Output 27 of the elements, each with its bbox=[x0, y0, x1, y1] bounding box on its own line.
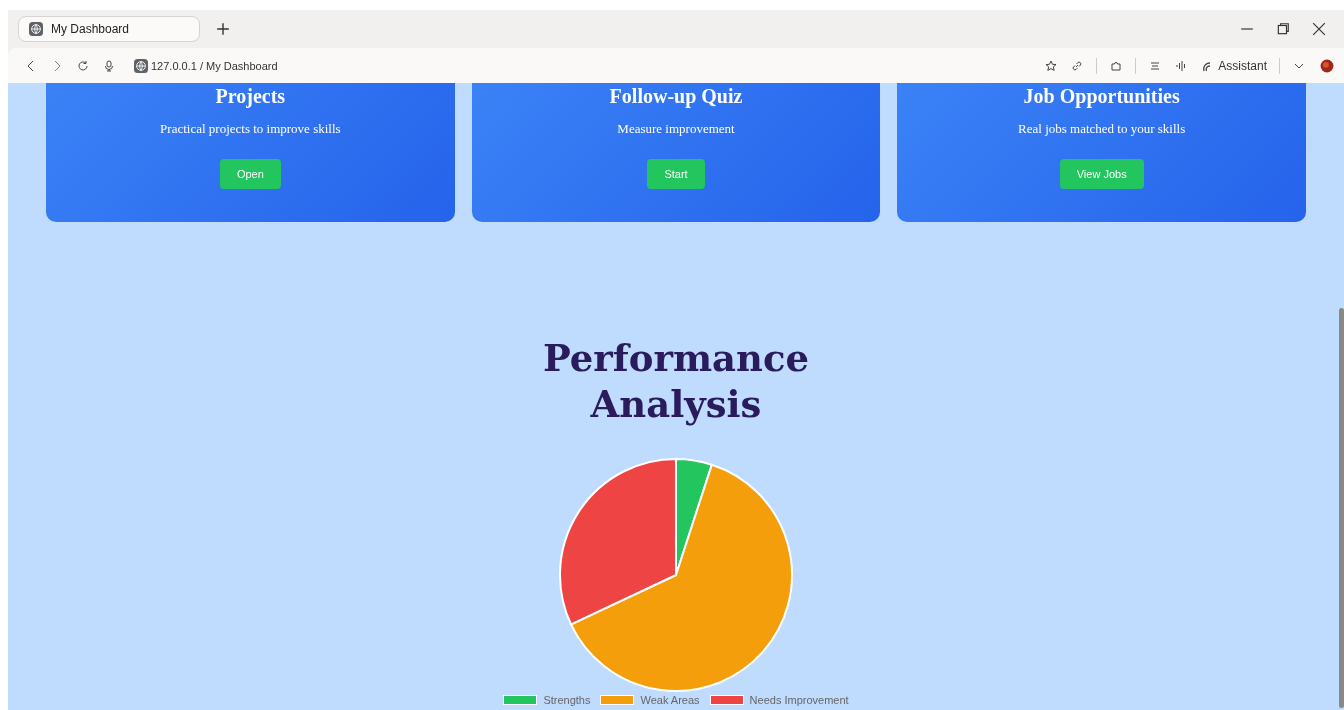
card-title: Projects bbox=[215, 85, 286, 108]
card-description: Real jobs matched to your skills bbox=[1018, 121, 1186, 137]
star-icon[interactable] bbox=[1045, 59, 1058, 72]
globe-icon bbox=[29, 22, 43, 36]
globe-icon bbox=[134, 58, 148, 73]
card-description: Measure improvement bbox=[617, 121, 735, 137]
link-icon[interactable] bbox=[1071, 59, 1084, 72]
microphone-icon[interactable] bbox=[103, 59, 115, 72]
scrollbar-thumb[interactable] bbox=[1339, 308, 1344, 708]
profile-avatar-icon[interactable] bbox=[1320, 58, 1334, 73]
browser-tab[interactable]: My Dashboard bbox=[18, 16, 200, 42]
address-bar[interactable]: 127.0.0.1 / My Dashboard bbox=[134, 58, 278, 73]
card-title: Job Opportunities bbox=[1023, 85, 1180, 108]
legend-label: Strengths bbox=[543, 694, 591, 706]
close-icon[interactable] bbox=[1312, 22, 1326, 36]
card-description: Practical projects to improve skills bbox=[160, 121, 341, 137]
reload-icon[interactable] bbox=[77, 59, 89, 72]
legend-label: Needs Improvement bbox=[749, 694, 849, 706]
lines-icon[interactable] bbox=[1149, 59, 1162, 72]
legend-label: Weak Areas bbox=[640, 694, 700, 706]
section-heading: Performance Analysis bbox=[541, 335, 810, 427]
assistant-button[interactable]: Assistant bbox=[1196, 58, 1267, 73]
restore-icon[interactable] bbox=[1276, 22, 1290, 36]
waveform-icon[interactable] bbox=[1175, 59, 1188, 72]
url-text: 127.0.0.1 / My Dashboard bbox=[151, 59, 278, 72]
card-title: Follow-up Quiz bbox=[609, 85, 743, 108]
new-tab-icon[interactable] bbox=[216, 22, 230, 36]
